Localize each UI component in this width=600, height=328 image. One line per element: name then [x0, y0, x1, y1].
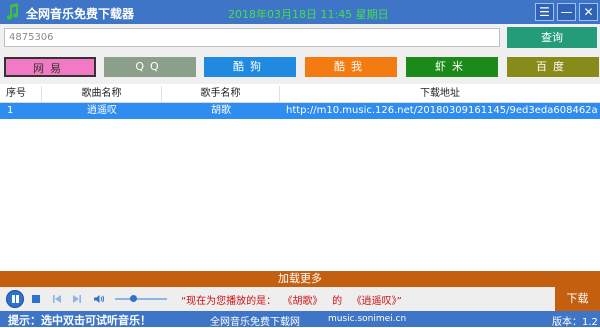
music-note-icon [6, 3, 18, 20]
datetime-display: 2018年03月18日 11:45 星期日 [228, 8, 389, 21]
download-button[interactable]: 下载 [555, 287, 600, 311]
now-playing-connector: 的 [332, 296, 343, 307]
status-site-link[interactable]: music.sonimei.cn [328, 314, 406, 324]
minimize-button[interactable]: — [557, 3, 576, 21]
source-qq-button[interactable]: QQ [104, 57, 196, 77]
status-bar: 提示：选中双击可试听音乐！ 全网音乐免费下载网 music.sonimei.cn… [0, 311, 600, 328]
now-playing-prefix: “现在为您播放的是： [181, 296, 277, 307]
previous-track-icon[interactable] [52, 294, 62, 304]
column-header-song[interactable]: 歌曲名称 [42, 86, 162, 102]
next-track-icon[interactable] [72, 294, 82, 304]
table-row[interactable]: 1 逍遥叹 胡歌 http://m10.music.126.net/201803… [0, 103, 600, 119]
row-download-url: http://m10.music.126.net/20180309161145/… [286, 105, 598, 116]
source-selector: 网易 QQ 酷狗 酷我 虾米 百度 [0, 50, 600, 84]
column-header-url[interactable]: 下载地址 [280, 86, 600, 102]
volume-icon[interactable] [93, 294, 105, 304]
song-table: 1 逍遥叹 胡歌 http://m10.music.126.net/201803… [0, 103, 600, 271]
source-baidu-button[interactable]: 百度 [507, 57, 599, 77]
app-window: 全网音乐免费下载器 2018年03月18日 11:45 星期日 ☰ — ✕ 查询… [0, 0, 600, 328]
now-playing-song: 《逍遥叹》” [351, 296, 402, 307]
column-header-index[interactable]: 序号 [0, 86, 42, 102]
close-button[interactable]: ✕ [579, 3, 598, 21]
source-kuwo-button[interactable]: 酷我 [305, 57, 397, 77]
title-bar[interactable]: 全网音乐免费下载器 2018年03月18日 11:45 星期日 ☰ — ✕ [0, 0, 600, 24]
pause-button[interactable] [6, 290, 24, 308]
now-playing-text: “现在为您播放的是： 《胡歌》 的 《逍遥叹》” [181, 292, 402, 307]
audio-player: “现在为您播放的是： 《胡歌》 的 《逍遥叹》” [0, 287, 555, 311]
search-button[interactable]: 查询 [507, 27, 597, 48]
source-netease-button[interactable]: 网易 [4, 57, 96, 77]
row-song-name: 逍遥叹 [87, 105, 117, 116]
status-tip: 提示：选中双击可试听音乐！ [8, 314, 151, 327]
volume-slider-handle[interactable] [130, 295, 138, 302]
load-more-button[interactable]: 加载更多 [0, 271, 600, 287]
now-playing-artist: 《胡歌》 [282, 296, 323, 307]
source-xiami-button[interactable]: 虾米 [406, 57, 498, 77]
source-kugou-button[interactable]: 酷狗 [204, 57, 296, 77]
table-header: 序号 歌曲名称 歌手名称 下载地址 [0, 86, 600, 103]
column-header-artist[interactable]: 歌手名称 [162, 86, 280, 102]
menu-button[interactable]: ☰ [535, 3, 554, 21]
row-index: 1 [7, 105, 14, 116]
stop-icon[interactable] [31, 294, 41, 304]
status-version: 版本：1.2 [552, 317, 598, 328]
search-input[interactable] [4, 28, 500, 47]
search-bar: 查询 [0, 24, 600, 50]
row-artist-name: 胡歌 [211, 105, 231, 116]
window-title: 全网音乐免费下载器 [26, 7, 135, 21]
status-app-name: 全网音乐免费下载网 [210, 317, 300, 328]
volume-slider[interactable] [115, 298, 167, 300]
